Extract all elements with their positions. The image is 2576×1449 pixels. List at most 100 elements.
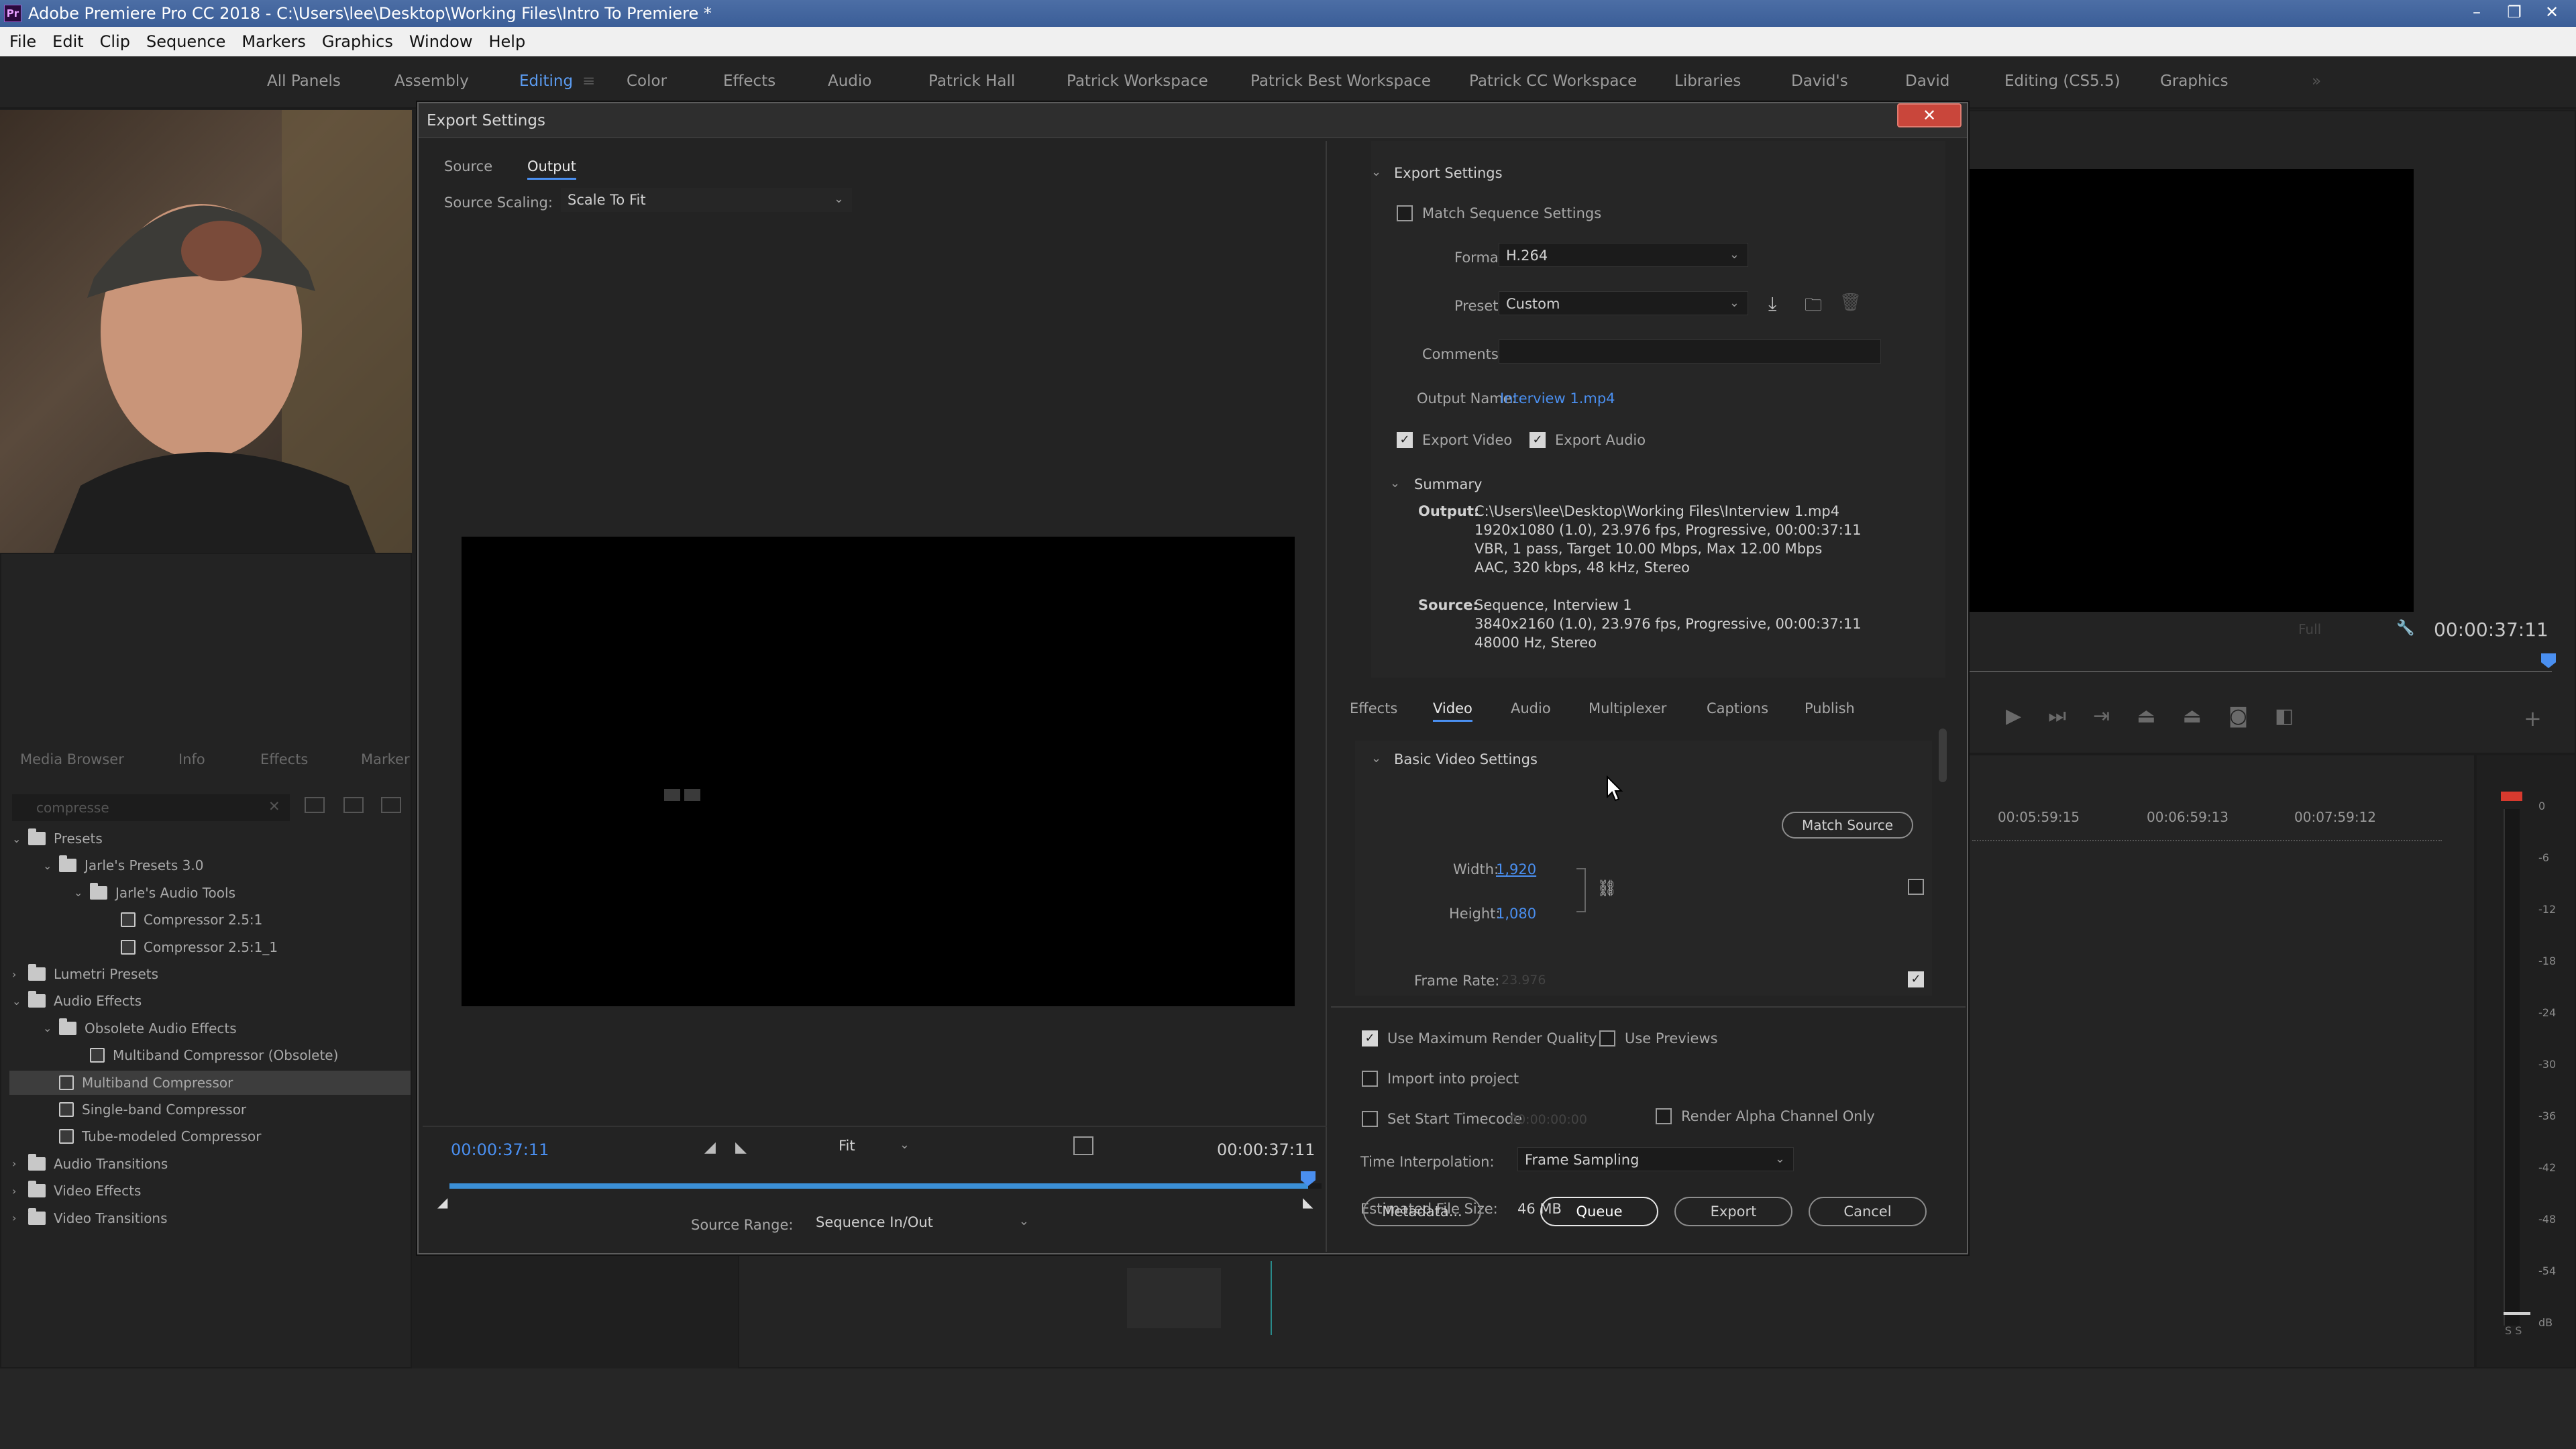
timeline-clip[interactable] [1127,1268,1221,1328]
tab-audio[interactable]: Audio [1511,700,1551,716]
delete-icon[interactable] [684,789,700,801]
disclosure-closed-icon[interactable]: › [12,1185,23,1197]
zoom-dropdown[interactable]: Fit ⌄ [832,1134,918,1158]
tree-folder[interactable]: › Lumetri Presets [12,964,158,982]
tree-effect-item[interactable]: Compressor 2.5:1_1 [105,939,278,955]
tree-effect-item[interactable]: Tube-modeled Compressor [43,1128,261,1144]
frame-rate-checkbox[interactable]: ✓ [1908,971,1924,987]
disclosure-closed-icon[interactable]: › [12,1212,23,1224]
source-scaling-dropdown[interactable]: Scale To Fit ⌄ [561,188,852,212]
tree-folder[interactable]: ⌄ Obsolete Audio Effects [43,1018,237,1036]
workspace-tab[interactable]: Assembly [394,72,469,90]
minimize-icon[interactable]: – [2458,1,2496,23]
workspace-overflow-icon[interactable]: » [2312,72,2321,90]
disclosure-open-icon[interactable]: ⌄ [12,833,23,845]
timeline-playhead-line[interactable] [1271,1261,1272,1335]
save-preset-icon[interactable]: ⤓ [1768,292,1776,315]
add-button-icon[interactable]: + [2524,706,2542,731]
tree-folder[interactable]: ⌄ Jarle's Presets 3.0 [43,855,203,873]
set-start-timecode-checkbox[interactable] [1362,1111,1378,1127]
tab-video[interactable]: Video [1433,700,1472,722]
program-monitor-fit[interactable]: Full [2298,621,2321,637]
workspace-tab[interactable]: Graphics [2160,72,2229,90]
tab-marker[interactable]: Marker [361,751,410,767]
play-icon[interactable]: ▶ [2006,704,2021,728]
disclosure-open-icon[interactable]: ⌄ [43,859,54,872]
width-height-checkbox[interactable] [1908,879,1924,895]
workspace-tab[interactable]: David [1905,72,1949,90]
tree-folder[interactable]: › Audio Transitions [12,1153,168,1172]
workspace-tab[interactable]: All Panels [267,72,341,90]
delete-preset-icon[interactable]: 🗑 [1839,292,1862,313]
tab-output[interactable]: Output [527,158,576,180]
disclosure-open-icon[interactable]: ⌄ [12,995,23,1008]
collapse-chevron-icon[interactable]: ⌄ [1371,165,1381,179]
workspace-tab[interactable]: Patrick CC Workspace [1469,72,1637,90]
settings-wrench-icon[interactable]: 🔧 [2396,620,2414,637]
menu-graphics[interactable]: Graphics [322,32,393,51]
export-button[interactable]: Export [1674,1197,1792,1226]
tree-effect-item[interactable]: Compressor 2.5:1 [105,912,262,928]
match-source-button[interactable]: Match Source [1782,812,1913,839]
menu-markers[interactable]: Markers [241,32,305,51]
clear-search-icon[interactable]: ✕ [268,798,280,814]
tab-publish[interactable]: Publish [1805,700,1855,716]
summary-chevron-icon[interactable]: ⌄ [1390,476,1400,490]
tree-folder[interactable]: ⌄ Presets [12,828,103,847]
constrain-proportions-link-icon[interactable]: ⛓ [1597,879,1617,898]
tree-folder[interactable]: ⌄ Jarle's Audio Tools [74,882,235,901]
new-bin-icon[interactable] [664,789,680,801]
preview-scrub-track[interactable] [449,1183,1322,1189]
workspace-tab-active[interactable]: Editing [519,72,573,90]
time-interpolation-dropdown[interactable]: Frame Sampling ⌄ [1517,1147,1794,1171]
workspace-tab[interactable]: Patrick Best Workspace [1250,72,1431,90]
close-window-icon[interactable]: ✕ [2533,1,2571,23]
tab-multiplexer[interactable]: Multiplexer [1589,700,1666,716]
export-video-checkbox[interactable]: ✓ [1397,432,1413,448]
workspace-tab[interactable]: Patrick Workspace [1067,72,1208,90]
output-name-link[interactable]: Interview 1.mp4 [1500,390,1615,407]
disclosure-closed-icon[interactable]: › [12,1157,23,1170]
preview-timecode-current[interactable]: 00:00:37:11 [451,1140,549,1159]
workspace-tab[interactable]: Audio [828,72,871,90]
menu-sequence[interactable]: Sequence [146,32,225,51]
basic-video-chevron-icon[interactable]: ⌄ [1371,751,1381,765]
settings-scrollbar[interactable] [1939,729,1947,782]
menu-help[interactable]: Help [488,32,525,51]
start-timecode-value[interactable]: 00:00:00:00 [1509,1112,1587,1127]
tab-media-browser[interactable]: Media Browser [20,751,124,767]
disclosure-open-icon[interactable]: ⌄ [74,886,85,899]
effects-search-input[interactable]: compresse [12,794,290,821]
source-range-dropdown[interactable]: Sequence In/Out ⌄ [809,1210,1037,1234]
tab-effects[interactable]: Effects [260,751,308,767]
menu-window[interactable]: Window [409,32,473,51]
go-to-out-icon[interactable]: ⇥ [2093,704,2110,728]
tab-captions[interactable]: Captions [1707,700,1768,716]
preset-dropdown[interactable]: Custom ⌄ [1499,291,1748,315]
tree-effect-item[interactable]: Multiband Compressor [9,1070,411,1095]
import-preset-icon[interactable]: 🗀 [1805,292,1822,322]
lift-icon[interactable]: ⏏ [2137,704,2155,728]
workspace-tab[interactable]: Editing (CS5.5) [2004,72,2121,90]
tree-folder[interactable]: › Video Effects [12,1181,141,1199]
compare-icon[interactable]: ◧ [2275,704,2294,728]
out-point-marker-icon[interactable]: ◣ [1303,1194,1313,1210]
export-frame-icon[interactable]: ◙ [2229,704,2248,728]
export-audio-checkbox[interactable]: ✓ [1529,432,1546,448]
menu-edit[interactable]: Edit [52,32,83,51]
tree-effect-item[interactable]: Single-band Compressor [43,1102,246,1118]
maximize-icon[interactable]: ❐ [2496,1,2533,23]
yuv-effects-icon[interactable] [381,797,401,813]
width-value[interactable]: 1,920 [1496,861,1536,877]
height-value[interactable]: 1,080 [1496,906,1536,922]
use-previews-checkbox[interactable] [1599,1030,1615,1046]
program-monitor-ruler[interactable] [1968,657,2552,672]
step-forward-icon[interactable]: ⏭ [2048,704,2066,728]
solo-buttons[interactable]: S S [2505,1324,2522,1337]
format-dropdown[interactable]: H.264 ⌄ [1499,243,1748,267]
workspace-tab[interactable]: David's [1791,72,1848,90]
menu-file[interactable]: File [9,32,36,51]
menu-clip[interactable]: Clip [100,32,130,51]
workspace-tab[interactable]: Effects [723,72,775,90]
accelerated-effects-icon[interactable] [305,797,325,813]
